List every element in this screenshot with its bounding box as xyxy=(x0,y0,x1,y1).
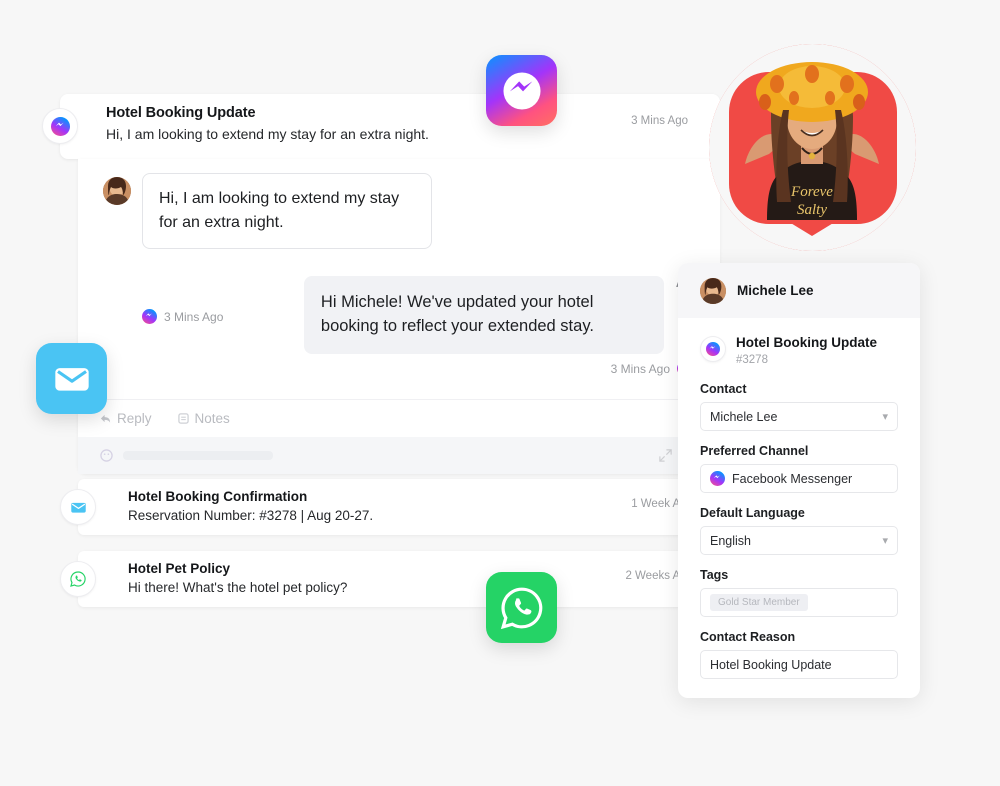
whatsapp-icon xyxy=(60,561,96,597)
preferred-channel-value: Facebook Messenger xyxy=(732,471,853,486)
portrait-image: Foreve Salty xyxy=(709,44,916,251)
outgoing-message: Hi Michele! We've updated your hotel boo… xyxy=(303,276,692,354)
list-item-preview: Reservation Number: #3278 | Aug 20-27. xyxy=(128,508,374,523)
preferred-channel-field[interactable]: Facebook Messenger xyxy=(700,464,898,494)
composer-tabs: Reply Notes xyxy=(78,399,720,437)
message-thread: Hi, I am looking to extend my stay for a… xyxy=(78,159,720,474)
status-badge: Gold Star Member xyxy=(710,594,808,612)
customer-portrait: Foreve Salty xyxy=(709,44,916,251)
chevron-down-icon: ▾ xyxy=(882,535,888,548)
shirt-text-line2: Salty xyxy=(797,202,827,218)
conversation-title: Hotel Booking Update xyxy=(106,105,256,121)
list-item[interactable]: Hotel Pet Policy Hi there! What's the ho… xyxy=(60,551,720,607)
composer-input[interactable] xyxy=(78,437,720,474)
outgoing-timestamp: 3 Mins Ago xyxy=(610,361,670,376)
expand-icon[interactable] xyxy=(658,448,673,463)
messenger-icon xyxy=(142,309,157,324)
field-contact-reason-label: Contact Reason xyxy=(700,630,796,645)
incoming-timestamp-group: 3 Mins Ago xyxy=(142,309,223,324)
panel-topic-id: #3278 xyxy=(736,354,768,367)
tab-reply-label: Reply xyxy=(117,411,152,426)
whatsapp-app-glyph xyxy=(500,587,542,629)
default-language-select[interactable]: English ▾ xyxy=(700,526,898,556)
reply-arrow-icon xyxy=(100,414,111,423)
email-icon xyxy=(60,489,96,525)
list-item-title: Hotel Booking Confirmation xyxy=(128,489,308,504)
page-root: Hotel Booking Update Hi, I am looking to… xyxy=(0,0,1000,786)
contact-select[interactable]: Michele Lee ▾ xyxy=(700,402,898,432)
list-item[interactable]: Hotel Booking Confirmation Reservation N… xyxy=(60,479,720,535)
incoming-bubble: Hi, I am looking to extend my stay for a… xyxy=(142,173,432,250)
field-preferred-channel-label: Preferred Channel xyxy=(700,444,809,459)
conversation-timestamp: 3 Mins Ago xyxy=(631,115,688,127)
field-tags: Tags Gold Star Member xyxy=(700,568,898,618)
tab-notes[interactable]: Notes xyxy=(177,411,230,426)
list-item-title: Hotel Pet Policy xyxy=(128,561,231,576)
whatsapp-glyph xyxy=(70,571,86,587)
contact-reason-value: Hotel Booking Update xyxy=(710,657,832,672)
messenger-app-icon xyxy=(486,55,557,126)
incoming-message: Hi, I am looking to extend my stay for a… xyxy=(103,173,432,250)
outgoing-bubble: Hi Michele! We've updated your hotel boo… xyxy=(303,276,664,354)
field-preferred-channel: Preferred Channel Facebook Messenger xyxy=(700,444,898,494)
messenger-icon xyxy=(710,471,725,487)
whatsapp-app-icon xyxy=(486,572,557,643)
field-contact-reason: Contact Reason Hotel Booking Update xyxy=(700,630,898,680)
chevron-down-icon: ▾ xyxy=(882,411,888,424)
contact-details-panel: Michele Lee Hotel Booking Update #3278 C… xyxy=(678,263,920,698)
contact-reason-field[interactable]: Hotel Booking Update xyxy=(700,650,898,680)
messenger-app-glyph xyxy=(502,71,541,110)
email-app-icon xyxy=(36,343,107,414)
panel-header: Michele Lee xyxy=(678,263,920,318)
tab-reply[interactable]: Reply xyxy=(100,411,152,426)
composer-placeholder xyxy=(123,451,273,460)
contact-select-value: Michele Lee xyxy=(710,409,778,424)
list-item-preview: Hi there! What's the hotel pet policy? xyxy=(128,580,348,595)
field-default-language-label: Default Language xyxy=(700,506,805,521)
emoji-icon[interactable] xyxy=(100,449,113,462)
shirt-text-line1: Foreve xyxy=(790,184,833,200)
note-icon xyxy=(177,413,189,424)
messenger-icon xyxy=(700,336,726,362)
avatar-image xyxy=(700,277,726,304)
conversation-header-card[interactable]: Hotel Booking Update Hi, I am looking to… xyxy=(42,94,720,159)
envelope-app-glyph xyxy=(54,367,89,391)
tags-field[interactable]: Gold Star Member xyxy=(700,588,898,618)
messenger-glyph xyxy=(50,116,70,136)
conversation-preview: Hi, I am looking to extend my stay for a… xyxy=(106,126,429,142)
customer-avatar xyxy=(103,177,131,205)
messenger-glyph xyxy=(706,342,720,356)
incoming-timestamp: 3 Mins Ago xyxy=(164,309,224,324)
messenger-icon xyxy=(42,108,78,144)
envelope-glyph xyxy=(70,502,86,513)
panel-topic-title: Hotel Booking Update xyxy=(736,335,877,350)
field-tags-label: Tags xyxy=(700,568,729,583)
field-default-language: Default Language English ▾ xyxy=(700,506,898,556)
panel-contact-name: Michele Lee xyxy=(737,283,814,298)
default-language-value: English xyxy=(710,533,751,548)
field-contact: Contact Michele Lee ▾ xyxy=(700,382,898,432)
avatar-image xyxy=(103,177,131,205)
panel-body: Hotel Booking Update #3278 Contact Miche… xyxy=(678,318,920,680)
avatar xyxy=(700,277,726,304)
panel-topic: Hotel Booking Update #3278 xyxy=(700,335,898,366)
tab-notes-label: Notes xyxy=(194,411,230,426)
field-contact-label: Contact xyxy=(700,382,747,397)
